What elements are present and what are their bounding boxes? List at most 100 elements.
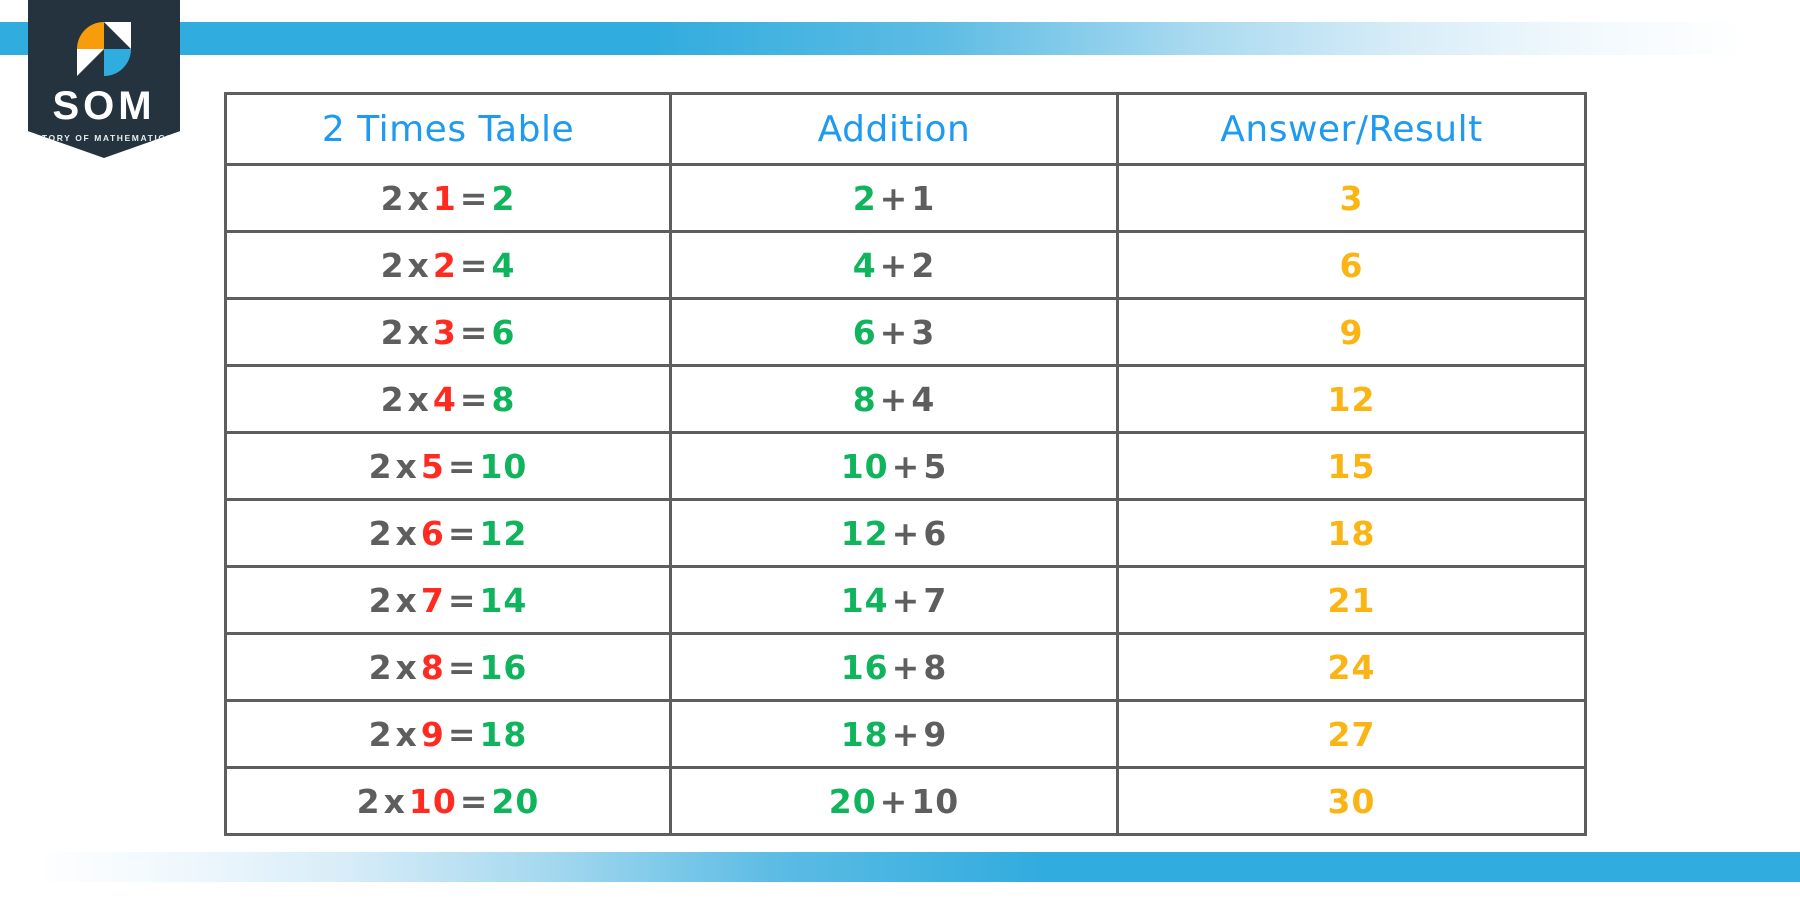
- times-table: 2 Times Table Addition Answer/Result 2x1…: [224, 92, 1587, 836]
- equals-symbol: =: [459, 245, 489, 285]
- equals-symbol: =: [447, 580, 477, 620]
- addition-second-term: 1: [911, 178, 936, 218]
- addition-first-term: 20: [828, 781, 877, 821]
- table-row: 2x1=2 2+1 3: [224, 163, 1587, 233]
- cell-addition-3: 6+3: [669, 297, 1119, 367]
- plus-symbol: +: [891, 513, 921, 553]
- product-value: 4: [491, 245, 516, 285]
- cell-multiplication-4: 2x4=8: [224, 364, 672, 434]
- equals-symbol: =: [447, 714, 477, 754]
- cell-addition-5: 10+5: [669, 431, 1119, 501]
- cell-addition-10: 20+10: [669, 766, 1119, 836]
- factor-multiplier: 8: [420, 647, 445, 687]
- cell-multiplication-2: 2x2=4: [224, 230, 672, 300]
- som-logo-banner: SOM STORY OF MATHEMATICS: [28, 0, 180, 158]
- times-symbol: x: [407, 379, 430, 419]
- times-symbol: x: [395, 647, 418, 687]
- cell-answer-1: 3: [1116, 163, 1587, 233]
- table-row: 2x5=10 10+5 15: [224, 431, 1587, 501]
- product-value: 18: [479, 714, 528, 754]
- cell-multiplication-9: 2x9=18: [224, 699, 672, 769]
- times-symbol: x: [395, 714, 418, 754]
- addition-second-term: 5: [923, 446, 948, 486]
- factor-multiplier: 1: [432, 178, 457, 218]
- cell-answer-10: 30: [1116, 766, 1587, 836]
- cell-answer-3: 9: [1116, 297, 1587, 367]
- cell-answer-6: 18: [1116, 498, 1587, 568]
- factor-base: 2: [368, 446, 393, 486]
- factor-multiplier: 3: [432, 312, 457, 352]
- factor-base: 2: [380, 245, 405, 285]
- logo-quadrant-top-right-icon: [104, 22, 131, 49]
- addition-first-term: 18: [840, 714, 889, 754]
- product-value: 10: [479, 446, 528, 486]
- times-symbol: x: [383, 781, 406, 821]
- times-symbol: x: [395, 446, 418, 486]
- som-s-mark-icon: [77, 22, 131, 76]
- cell-multiplication-1: 2x1=2: [224, 163, 672, 233]
- cell-answer-9: 27: [1116, 699, 1587, 769]
- answer-value: 24: [1327, 647, 1376, 687]
- cell-multiplication-7: 2x7=14: [224, 565, 672, 635]
- factor-base: 2: [380, 379, 405, 419]
- times-symbol: x: [407, 312, 430, 352]
- factor-multiplier: 4: [432, 379, 457, 419]
- product-value: 14: [479, 580, 528, 620]
- cell-multiplication-5: 2x5=10: [224, 431, 672, 501]
- addition-second-term: 2: [911, 245, 936, 285]
- equals-symbol: =: [447, 446, 477, 486]
- logo-quadrant-bottom-left-icon: [77, 49, 104, 76]
- addition-first-term: 16: [840, 647, 889, 687]
- product-value: 12: [479, 513, 528, 553]
- column-header-addition: Addition: [669, 92, 1119, 166]
- addition-second-term: 3: [911, 312, 936, 352]
- table-row: 2x9=18 18+9 27: [224, 699, 1587, 769]
- addition-second-term: 7: [923, 580, 948, 620]
- table-row: 2x3=6 6+3 9: [224, 297, 1587, 367]
- logo-tagline: STORY OF MATHEMATICS: [34, 133, 174, 143]
- plus-symbol: +: [879, 379, 909, 419]
- equals-symbol: =: [459, 379, 489, 419]
- addition-second-term: 9: [923, 714, 948, 754]
- answer-value: 15: [1327, 446, 1376, 486]
- times-symbol: x: [395, 513, 418, 553]
- cell-multiplication-3: 2x3=6: [224, 297, 672, 367]
- cell-addition-4: 8+4: [669, 364, 1119, 434]
- cell-answer-4: 12: [1116, 364, 1587, 434]
- cell-multiplication-6: 2x6=12: [224, 498, 672, 568]
- logo-quadrant-top-left-icon: [77, 22, 104, 49]
- factor-base: 2: [368, 714, 393, 754]
- equals-symbol: =: [447, 647, 477, 687]
- cell-addition-1: 2+1: [669, 163, 1119, 233]
- times-symbol: x: [407, 178, 430, 218]
- column-header-times-table: 2 Times Table: [224, 92, 672, 166]
- times-symbol: x: [395, 580, 418, 620]
- cell-multiplication-8: 2x8=16: [224, 632, 672, 702]
- addition-first-term: 14: [840, 580, 889, 620]
- answer-value: 12: [1327, 379, 1376, 419]
- table-row: 2x2=4 4+2 6: [224, 230, 1587, 300]
- factor-multiplier: 7: [420, 580, 445, 620]
- logo-quadrant-bottom-right-icon: [104, 49, 131, 76]
- logo-wordmark: SOM: [52, 84, 156, 128]
- cell-answer-2: 6: [1116, 230, 1587, 300]
- addition-second-term: 10: [911, 781, 960, 821]
- product-value: 2: [491, 178, 516, 218]
- addition-first-term: 6: [852, 312, 877, 352]
- cell-answer-8: 24: [1116, 632, 1587, 702]
- factor-multiplier: 10: [408, 781, 457, 821]
- answer-value: 27: [1327, 714, 1376, 754]
- factor-base: 2: [380, 178, 405, 218]
- table-row: 2x6=12 12 +6 18: [224, 498, 1587, 568]
- top-decorative-band: [0, 22, 1800, 55]
- product-value: 20: [491, 781, 540, 821]
- factor-base: 2: [368, 513, 393, 553]
- equals-symbol: =: [459, 781, 489, 821]
- answer-value: 6: [1339, 245, 1364, 285]
- factor-multiplier: 9: [420, 714, 445, 754]
- factor-multiplier: 6: [420, 513, 445, 553]
- answer-value: 18: [1327, 513, 1376, 553]
- answer-value: 9: [1339, 312, 1364, 352]
- plus-symbol: +: [879, 781, 909, 821]
- factor-multiplier: 2: [432, 245, 457, 285]
